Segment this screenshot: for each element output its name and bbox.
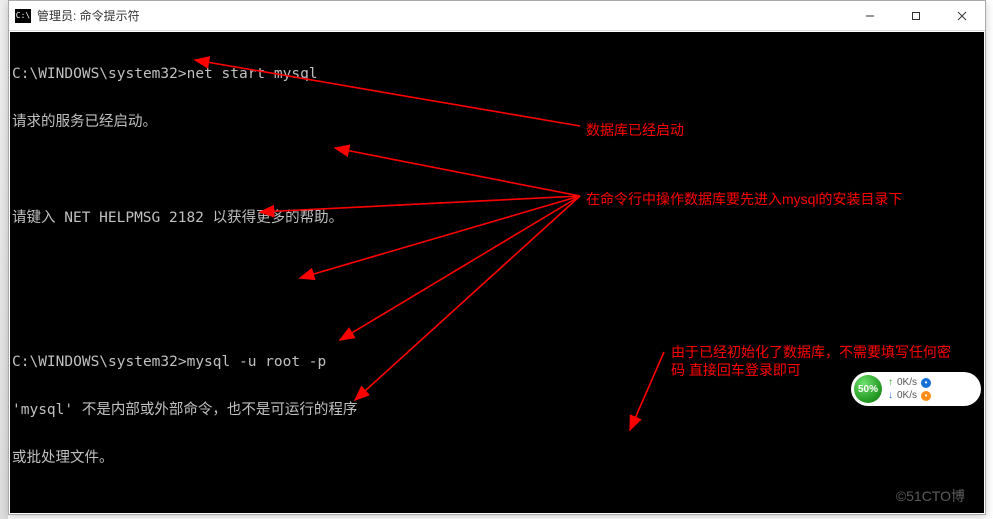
memory-ball-icon[interactable]: 50% — [854, 375, 882, 403]
terminal-line: 请键入 NET HELPMSG 2182 以获得更多的帮助。 — [12, 210, 984, 226]
terminal-line: C:\WINDOWS\system32>mysql -u root -p — [12, 354, 984, 370]
download-speed: 0K/s — [897, 390, 917, 401]
window-buttons — [847, 1, 985, 30]
blue-dot-icon[interactable]: • — [921, 378, 931, 388]
titlebar[interactable]: C:\ 管理员: 命令提示符 — [9, 1, 985, 31]
upload-speed: 0K/s — [897, 377, 917, 388]
page-edge-strip — [0, 0, 8, 519]
network-speed-widget[interactable]: 50% ↑ 0K/s • ↓ 0K/s • — [851, 372, 981, 406]
arrow-down-icon: ↓ — [888, 390, 893, 401]
upload-row: ↑ 0K/s • — [888, 377, 975, 388]
window-title: 管理员: 命令提示符 — [37, 7, 847, 24]
maximize-button[interactable] — [893, 1, 939, 30]
orange-dot-icon[interactable]: • — [921, 391, 931, 401]
cmd-window: C:\ 管理员: 命令提示符 C:\WINDOWS\system32>net s… — [8, 0, 986, 515]
terminal-line: 请求的服务已经启动。 — [12, 114, 984, 130]
terminal-line: 'mysql' 不是内部或外部命令，也不是可运行的程序 — [12, 402, 984, 418]
watermark-text: ©51CTO博 — [896, 486, 965, 506]
close-button[interactable] — [939, 1, 985, 30]
terminal-line: 或批处理文件。 — [12, 450, 984, 466]
terminal-output[interactable]: C:\WINDOWS\system32>net start mysql 请求的服… — [10, 32, 984, 513]
arrow-up-icon: ↑ — [888, 377, 893, 388]
cmd-icon: C:\ — [15, 9, 31, 23]
minimize-button[interactable] — [847, 1, 893, 30]
terminal-line: C:\WINDOWS\system32>net start mysql — [12, 66, 984, 82]
download-row: ↓ 0K/s • — [888, 390, 975, 401]
